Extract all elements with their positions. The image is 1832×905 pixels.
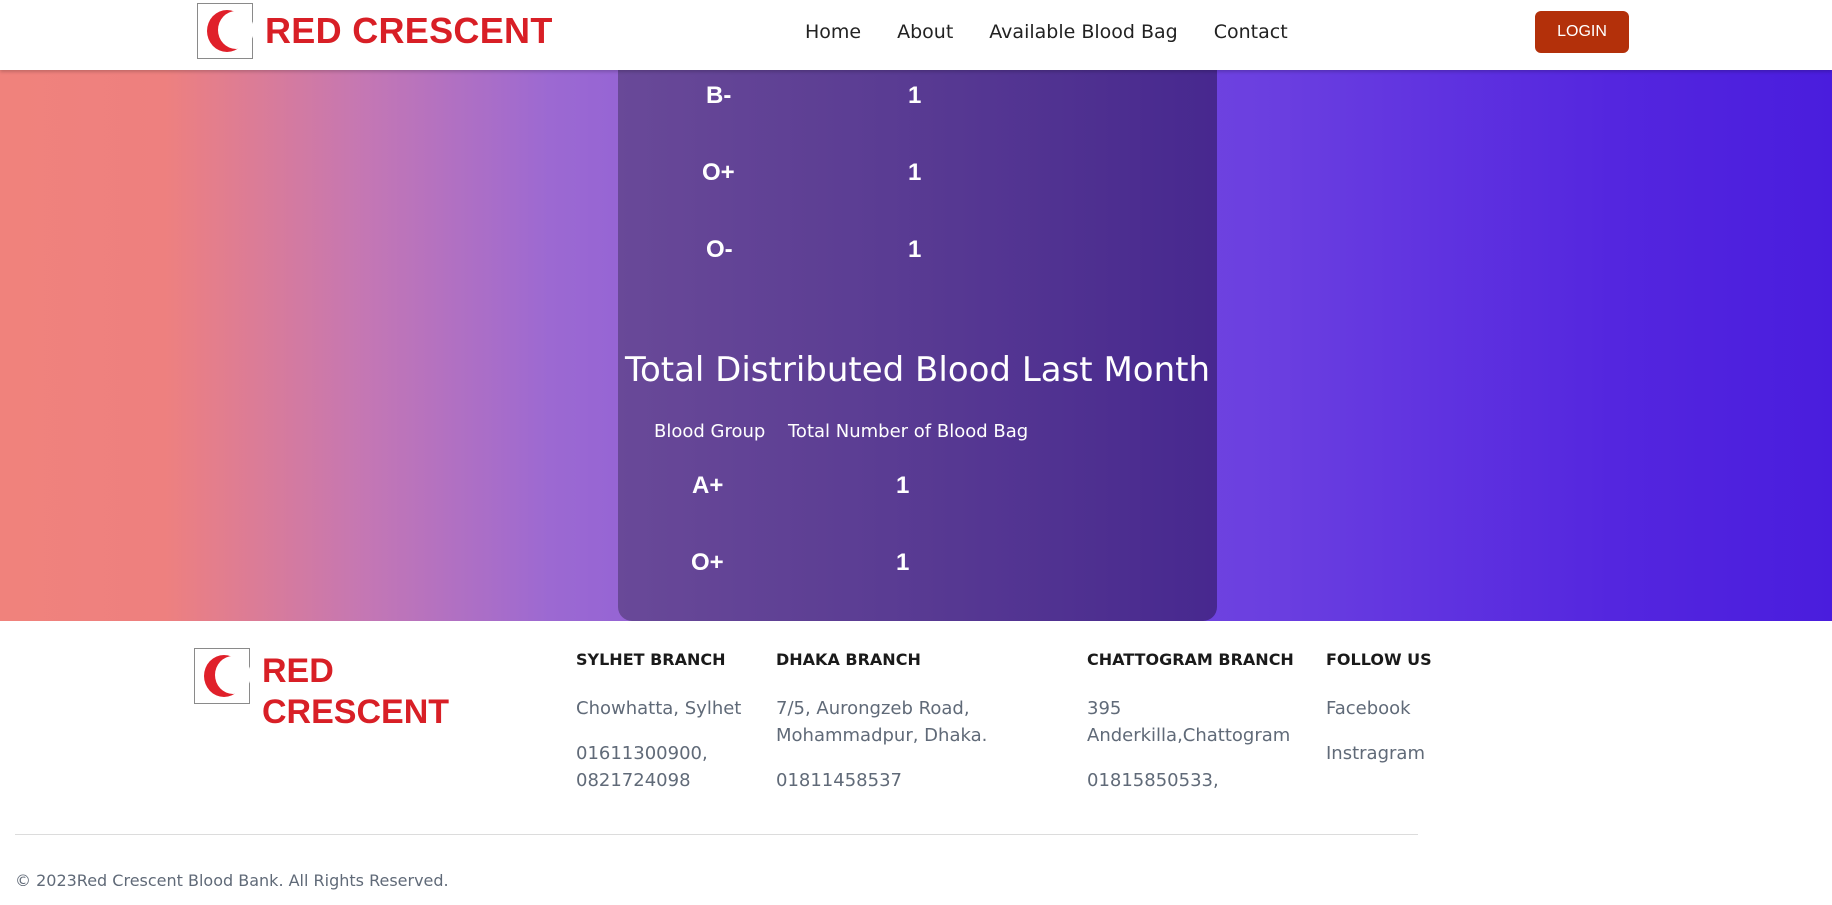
available-row-group: O+ — [702, 159, 735, 186]
footer-link-facebook[interactable]: Facebook — [1326, 695, 1432, 722]
footer-heading: FOLLOW US — [1326, 650, 1432, 669]
distributed-section-title: Total Distributed Blood Last Month — [624, 350, 1211, 390]
footer-phone: 01815850533, — [1087, 770, 1219, 791]
footer-brand-line: CRESCENT — [262, 693, 450, 731]
nav-link-contact[interactable]: Contact — [1214, 21, 1288, 43]
footer-brand: RED CRESCENT — [262, 651, 449, 733]
footer-heading: CHATTOGRAM BRANCH — [1087, 650, 1294, 669]
footer-dhaka-branch: DHAKA BRANCH 7/5, Aurongzeb Road, Mohamm… — [776, 650, 987, 794]
table-header-total-bags: Total Number of Blood Bag — [788, 421, 1029, 442]
login-button[interactable]: LOGIN — [1535, 11, 1629, 53]
footer-address: 395 — [1087, 698, 1122, 719]
footer-address: Chowhatta, Sylhet — [576, 698, 742, 719]
available-row-count: 1 — [908, 159, 922, 186]
footer-follow-us: FOLLOW US Facebook Instragram — [1326, 650, 1432, 767]
footer-address: Mohammadpur, Dhaka. — [776, 725, 988, 746]
nav-link-available-blood-bag[interactable]: Available Blood Bag — [989, 21, 1177, 43]
footer-brand-line: RED — [262, 652, 334, 690]
footer-phone: 0821724098 — [576, 770, 691, 791]
footer-heading: DHAKA BRANCH — [776, 650, 921, 669]
footer-phone: 01611300900, — [576, 743, 708, 764]
blood-stats-panel: B- 1 O+ 1 O- 1 Total Distributed Blood L… — [618, 70, 1217, 621]
distributed-row-count: 1 — [896, 549, 910, 576]
footer-link-instagram[interactable]: Instragram — [1326, 740, 1432, 767]
navbar: RED CRESCENT Home About Available Blood … — [0, 0, 1832, 70]
copyright-text: © 2023Red Crescent Blood Bank. All Right… — [15, 871, 449, 890]
footer: RED CRESCENT SYLHET BRANCH Chowhatta, Sy… — [0, 621, 1832, 905]
footer-divider — [15, 834, 1418, 835]
available-row-group: B- — [706, 82, 732, 109]
nav-link-home[interactable]: Home — [805, 21, 861, 43]
hero-section: B- 1 O+ 1 O- 1 Total Distributed Blood L… — [0, 70, 1832, 621]
available-row-count: 1 — [908, 82, 922, 109]
footer-address: Anderkilla,Chattogram — [1087, 725, 1291, 746]
brand-title[interactable]: RED CRESCENT — [265, 10, 553, 52]
distributed-row-group: O+ — [691, 549, 724, 576]
crescent-logo-icon[interactable] — [197, 3, 254, 59]
footer-sylhet-branch: SYLHET BRANCH Chowhatta, Sylhet 01611300… — [576, 650, 741, 794]
nav-link-about[interactable]: About — [897, 21, 953, 43]
main-nav: Home About Available Blood Bag Contact — [805, 21, 1324, 43]
footer-address: 7/5, Aurongzeb Road, — [776, 698, 970, 719]
footer-phone: 01811458537 — [776, 770, 902, 791]
footer-heading: SYLHET BRANCH — [576, 650, 726, 669]
distributed-row-group: A+ — [692, 472, 724, 499]
table-header-blood-group: Blood Group — [654, 421, 766, 442]
footer-chattogram-branch: CHATTOGRAM BRANCH 395 Anderkilla,Chattog… — [1087, 650, 1294, 794]
available-row-count: 1 — [908, 236, 922, 263]
available-row-group: O- — [706, 236, 733, 263]
crescent-logo-icon — [194, 648, 251, 704]
distributed-row-count: 1 — [896, 472, 910, 499]
